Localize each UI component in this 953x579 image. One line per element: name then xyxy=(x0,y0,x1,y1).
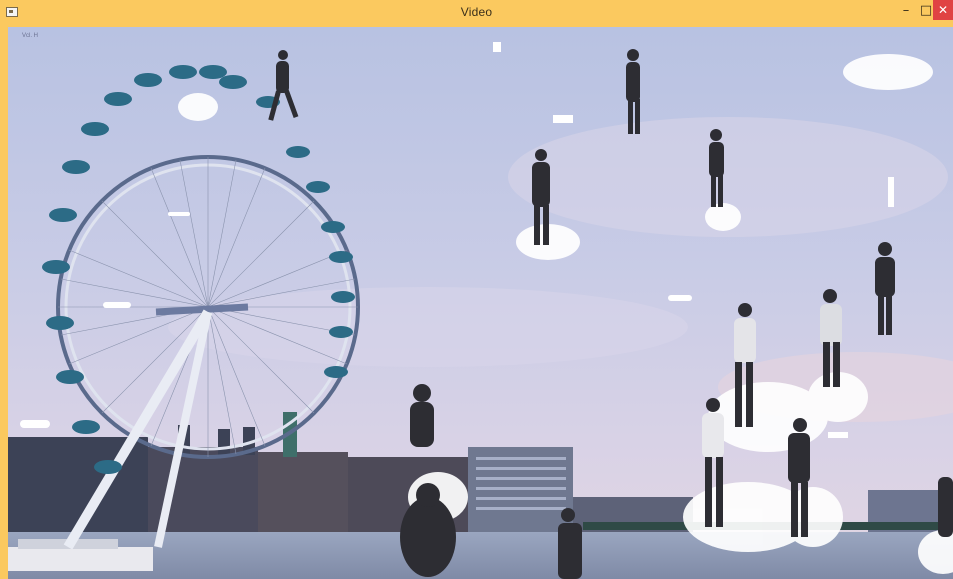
pedestrian xyxy=(938,477,953,537)
video-frame[interactable]: Vcl. H xyxy=(8,27,953,579)
overlay-corner-text: Vcl. H xyxy=(22,33,38,39)
video-scene: Vcl. H xyxy=(8,27,953,579)
window-title: Video xyxy=(460,5,493,19)
cloud xyxy=(168,287,688,367)
title-bar[interactable]: Video – □ ✕ xyxy=(0,0,953,27)
boat xyxy=(8,547,153,571)
close-button[interactable]: ✕ xyxy=(933,0,953,20)
pedestrian xyxy=(410,384,434,447)
video-window: Video – □ ✕ Vcl. H xyxy=(0,0,953,579)
